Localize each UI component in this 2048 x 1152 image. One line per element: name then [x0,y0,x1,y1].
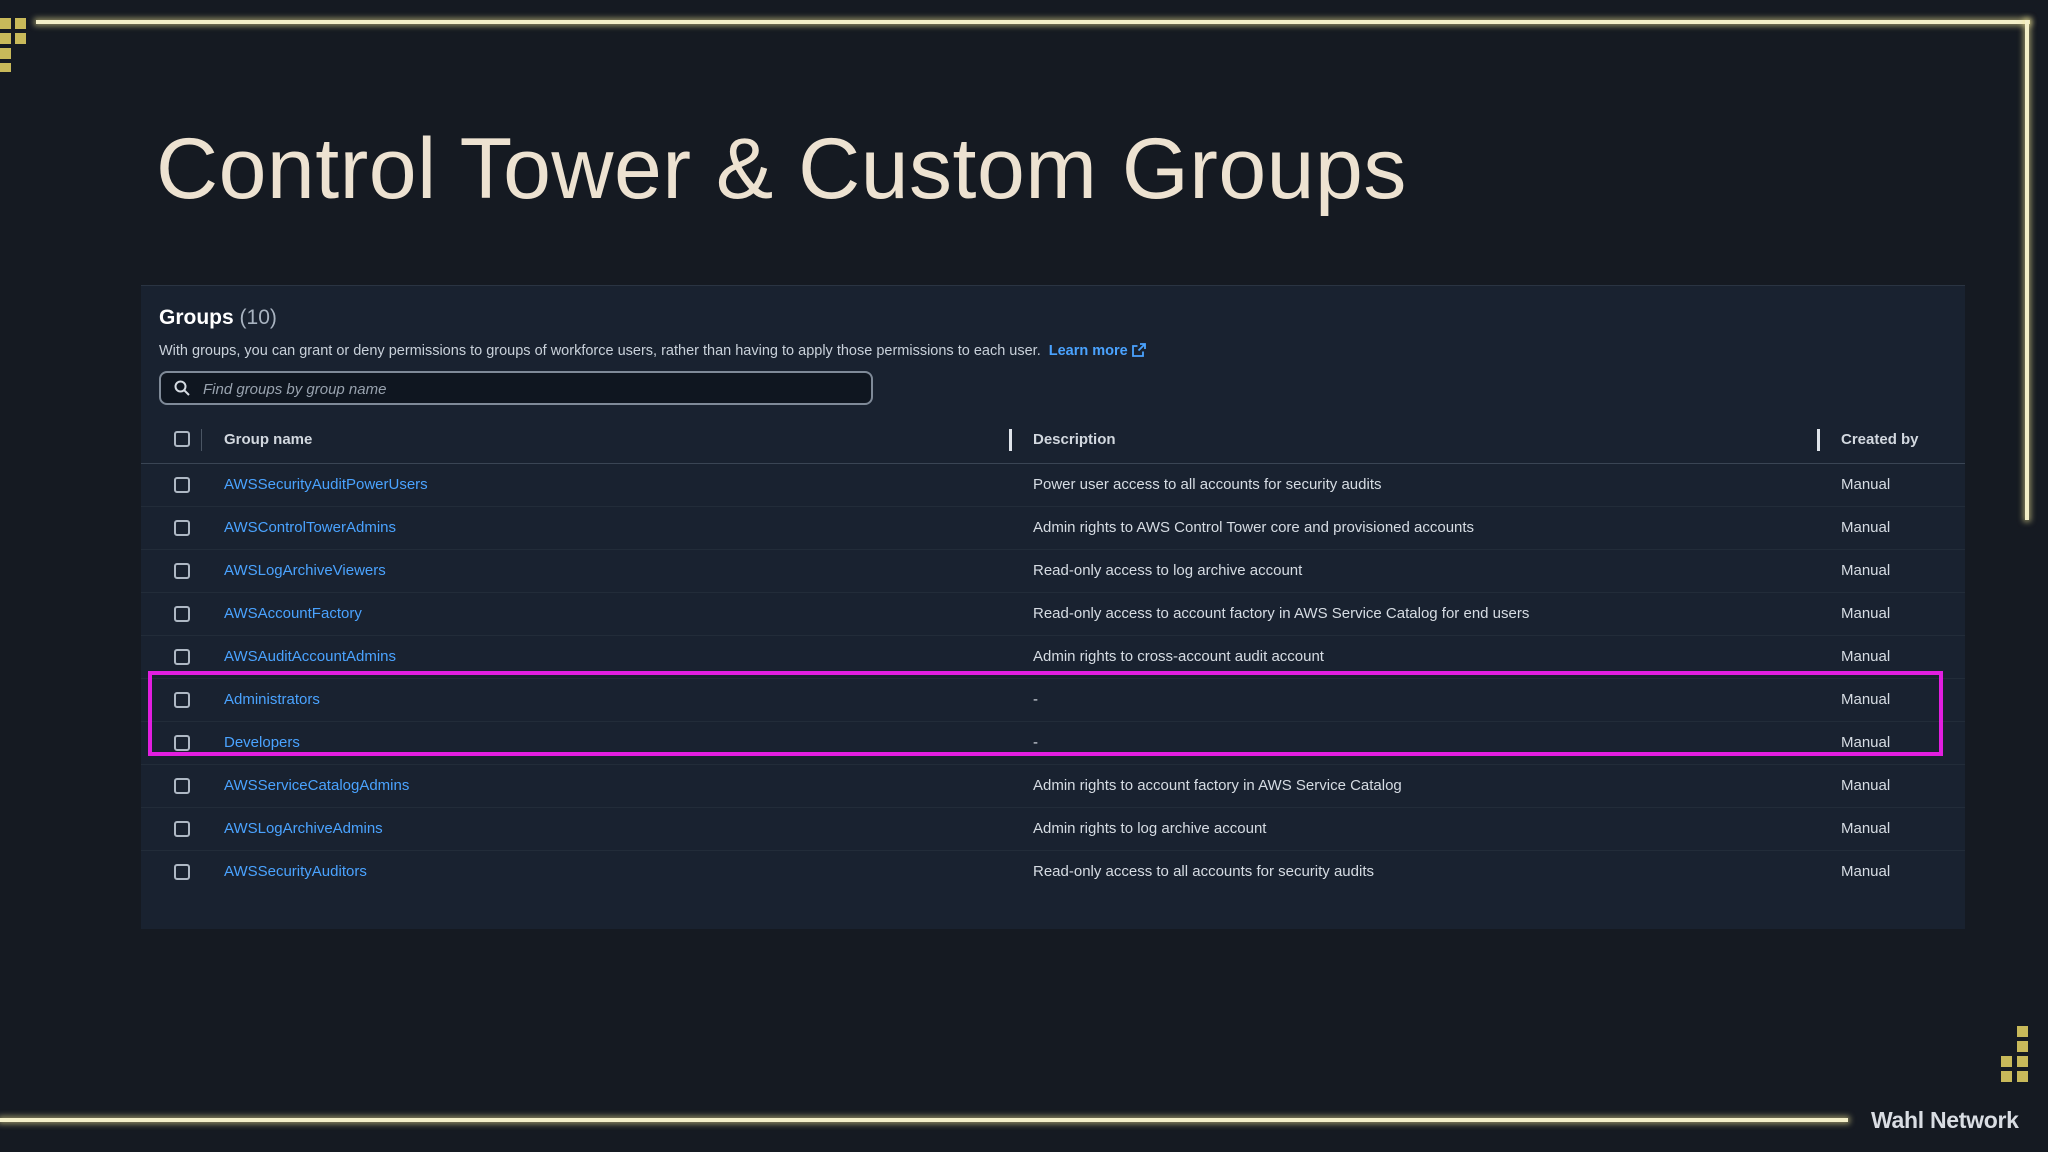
group-name-link[interactable]: AWSAccountFactory [224,605,362,622]
group-name-link[interactable]: AWSLogArchiveAdmins [224,820,383,837]
group-created-by: Manual [1841,605,1891,622]
row-checkbox[interactable] [174,649,190,665]
group-created-by: Manual [1841,777,1891,794]
slide-title: Control Tower & Custom Groups [156,121,1407,217]
learn-more-link[interactable]: Learn more [1049,343,1146,359]
group-name-link[interactable]: AWSSecurityAuditPowerUsers [224,476,428,493]
column-divider [201,429,202,451]
panel-heading: Groups (10) [159,306,277,330]
search-box [159,371,873,405]
group-created-by: Manual [1841,820,1891,837]
group-created-by: Manual [1841,863,1891,880]
table-row: AWSLogArchiveAdmins Admin rights to log … [141,808,1965,851]
groups-count: (10) [239,306,277,329]
group-description: Admin rights to cross-account audit acco… [1033,648,1324,665]
search-input[interactable] [201,373,865,405]
group-description: Read-only access to all accounts for sec… [1033,863,1374,880]
table-row: AWSServiceCatalogAdmins Admin rights to … [141,765,1965,808]
brand-watermark: Wahl Network [1871,1107,2019,1133]
group-name-link[interactable]: AWSAuditAccountAdmins [224,648,396,665]
column-resize-handle[interactable] [1817,429,1820,451]
external-link-icon [1131,343,1146,357]
highlight-box-custom-groups [148,671,1943,756]
group-name-link[interactable]: AWSControlTowerAdmins [224,519,396,536]
row-checkbox[interactable] [174,778,190,794]
learn-more-label: Learn more [1048,343,1128,359]
groups-panel: Groups (10) With groups, you can grant o… [141,285,1965,929]
row-checkbox[interactable] [174,864,190,880]
table-row: AWSControlTowerAdmins Admin rights to AW… [141,507,1965,550]
table-header: Group name Description Created by [141,417,1965,464]
group-name-link[interactable]: AWSSecurityAuditors [224,863,367,880]
group-description: Read-only access to account factory in A… [1033,605,1530,622]
column-header-description[interactable]: Description [1033,431,1116,448]
group-description: Admin rights to AWS Control Tower core a… [1033,519,1475,536]
column-resize-handle[interactable] [1009,429,1012,451]
select-all-checkbox[interactable] [174,431,190,447]
group-created-by: Manual [1841,519,1891,536]
groups-heading: Groups [159,306,234,329]
search-icon [174,380,190,396]
row-checkbox[interactable] [174,606,190,622]
frame-line-bottom [0,1118,1848,1122]
row-checkbox[interactable] [174,563,190,579]
group-name-link[interactable]: AWSServiceCatalogAdmins [224,777,409,794]
table-row: AWSSecurityAuditPowerUsers Power user ac… [141,464,1965,507]
group-description: Admin rights to account factory in AWS S… [1033,777,1402,794]
frame-line-right [2025,20,2029,520]
group-description: Admin rights to log archive account [1033,820,1267,837]
row-checkbox[interactable] [174,477,190,493]
group-name-link[interactable]: AWSLogArchiveViewers [224,562,386,579]
description-text: With groups, you can grant or deny permi… [159,343,1041,359]
column-header-created-by[interactable]: Created by [1841,431,1919,448]
row-checkbox[interactable] [174,821,190,837]
group-created-by: Manual [1841,476,1891,493]
panel-description: With groups, you can grant or deny permi… [159,343,1146,359]
frame-line-top [36,20,2030,24]
column-header-group-name[interactable]: Group name [224,431,312,448]
group-description: Read-only access to log archive account [1033,562,1303,579]
row-checkbox[interactable] [174,520,190,536]
group-created-by: Manual [1841,648,1891,665]
table-row: AWSLogArchiveViewers Read-only access to… [141,550,1965,593]
groups-table: Group name Description Created by AWSSec… [141,417,1965,893]
table-row: AWSSecurityAuditors Read-only access to … [141,851,1965,893]
table-row: AWSAccountFactory Read-only access to ac… [141,593,1965,636]
group-description: Power user access to all accounts for se… [1033,476,1382,493]
group-created-by: Manual [1841,562,1891,579]
